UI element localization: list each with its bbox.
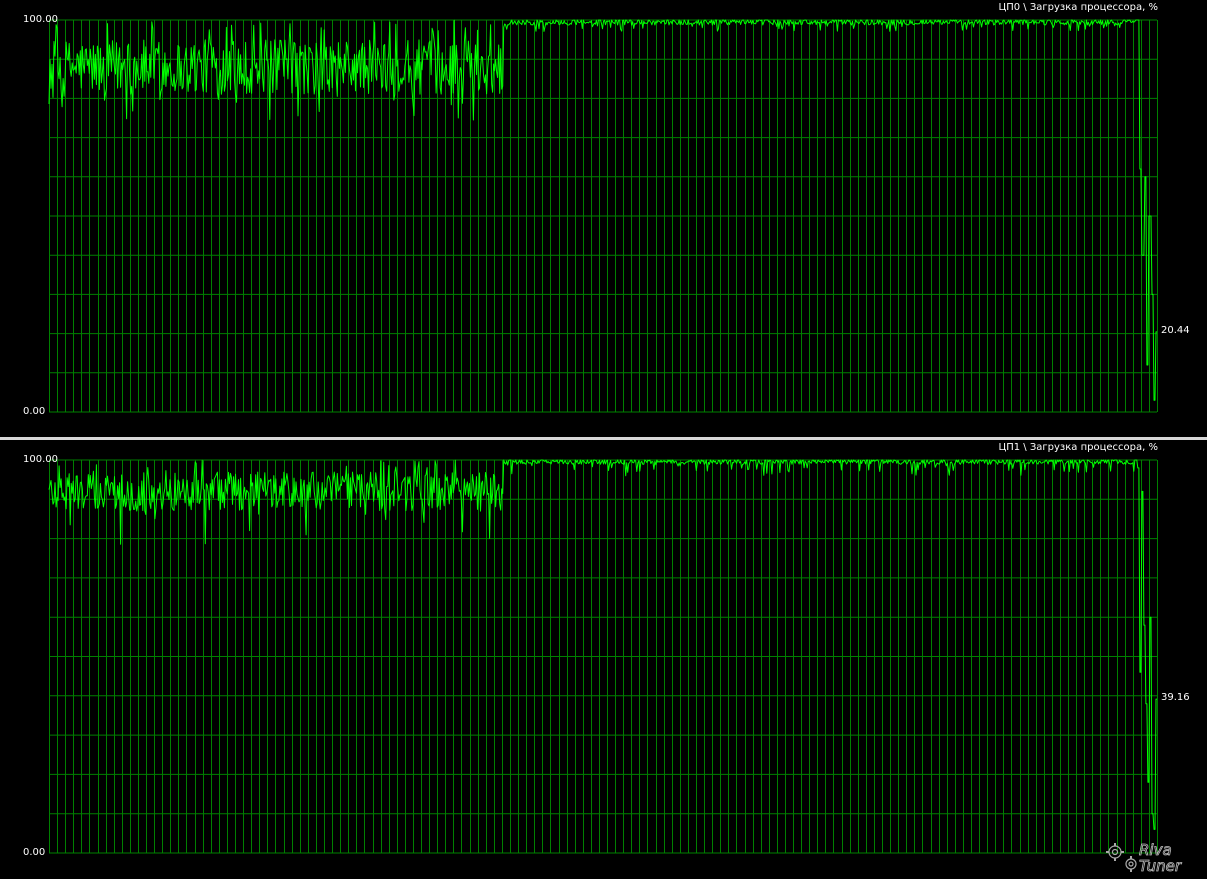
y-max-label-cpu0: 100.00 [23,14,58,25]
chart-panel-cpu1: ЦП1 \ Загрузка процессора, % 100.00 0.00… [0,440,1207,879]
y-min-label-cpu1: 0.00 [23,847,46,858]
chart-panel-cpu0: ЦП0 \ Загрузка процессора, % 100.00 0.00… [0,0,1207,437]
chart-title-cpu1: ЦП1 \ Загрузка процессора, % [998,442,1158,453]
series-line [48,19,1157,401]
y-min-label-cpu0: 0.00 [23,406,46,417]
current-value-cpu0: 20.44 [1161,324,1190,336]
chart-title-cpu0: ЦП0 \ Загрузка процессора, % [998,2,1158,13]
y-max-label-cpu1: 100.00 [23,454,58,465]
rivatuner-logo: Riva Tuner [1106,841,1182,874]
current-value-cpu1: 39.16 [1161,692,1190,704]
grid [49,19,1158,413]
svg-text:Tuner: Tuner [1139,857,1182,874]
chart-cpu1 [48,459,1158,854]
chart-cpu0 [48,19,1158,413]
grid [49,459,1158,854]
